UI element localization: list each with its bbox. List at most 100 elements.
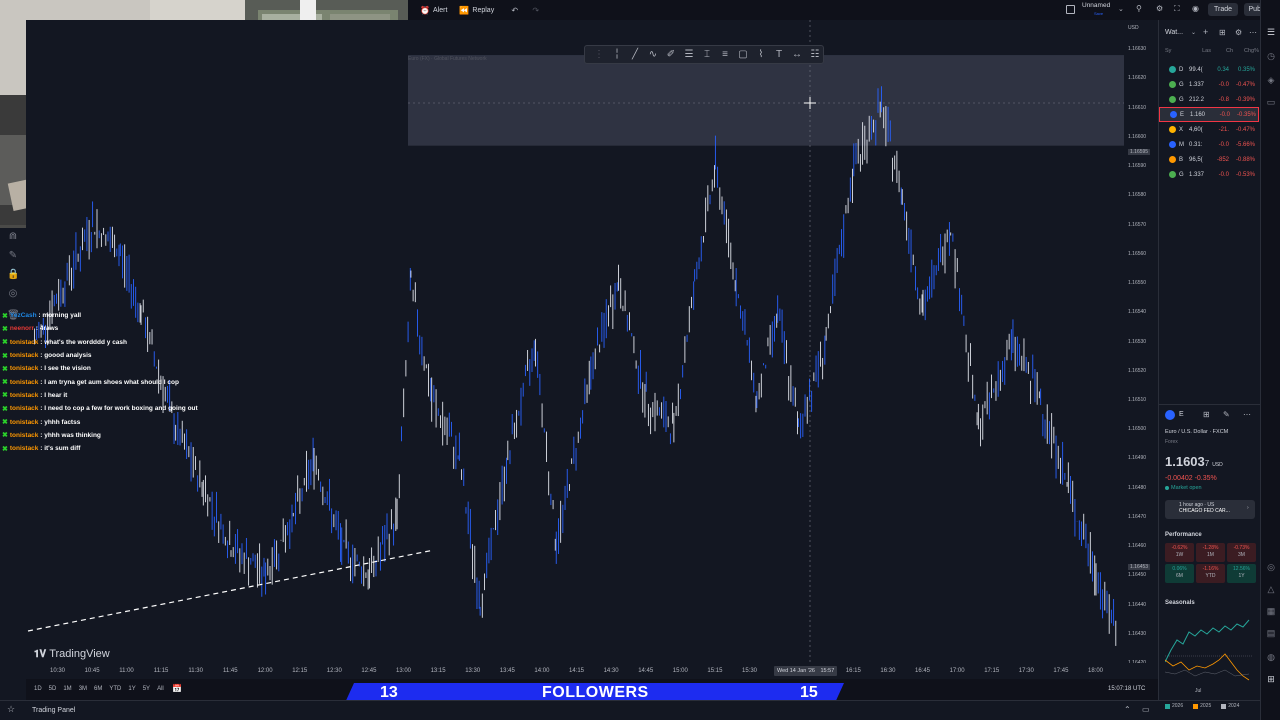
watchlist-column-header[interactable]: Las: [1187, 48, 1211, 54]
watchlist-column-header[interactable]: Ch: [1211, 48, 1233, 54]
timeframe-button[interactable]: 5D: [49, 686, 57, 692]
chevron-down-icon[interactable]: ⌄: [1191, 29, 1196, 36]
time-axis[interactable]: 10:30 10:45 11:00 11:15 11:30 11:45 12:00 12:15…: [26, 663, 1158, 679]
performance-value: -0.73%: [1233, 545, 1250, 551]
paint-icon[interactable]: ⌇: [753, 46, 769, 63]
cursor-line-icon[interactable]: ╎: [609, 46, 625, 63]
timeframe-button[interactable]: 5Y: [143, 686, 150, 692]
more-icon[interactable]: ⋯: [1249, 28, 1257, 37]
alert-button[interactable]: ⏰ Alert: [420, 6, 447, 15]
timeframe-button[interactable]: 3M: [79, 686, 87, 692]
watchlist-icon[interactable]: ☰: [1266, 27, 1276, 37]
chat-bubble-icon[interactable]: ▭: [1266, 97, 1276, 107]
symbol-logo-icon: [1170, 111, 1177, 118]
price-axis[interactable]: USD 1.16630 1.16620 1.16610 1.16600 1.16595 1…: [1124, 20, 1158, 666]
seasonals-year-item[interactable]: 2024: [1221, 703, 1239, 709]
chat-username: tonistack: [9, 365, 39, 373]
replay-button[interactable]: ⏪ Replay: [459, 6, 494, 15]
crosshair-date-label: Wed 14 Jan '26 15:57: [774, 666, 838, 676]
watchlist-change: 0.34: [1217, 66, 1229, 73]
lock-icon[interactable]: 🔒: [7, 269, 19, 281]
magnet-icon[interactable]: ⋒: [7, 231, 19, 243]
timeframe-button[interactable]: 1D: [34, 686, 42, 692]
trendline-icon[interactable]: ╱: [627, 46, 643, 63]
right-icon-rail: ☰ ◷ ◈ ▭ ◎ △ ▦ ▤ ◍ ⊞: [1260, 0, 1280, 720]
undo-button[interactable]: ↶: [510, 6, 519, 15]
pencil-lock-icon[interactable]: ✎: [7, 250, 19, 262]
watchlist-row[interactable]: X 4,60(-21. -0.47%: [1159, 122, 1259, 137]
watchlist-title[interactable]: Wat...: [1165, 29, 1183, 36]
trading-panel-tab[interactable]: Trading Panel: [32, 707, 75, 714]
performance-heading: Performance: [1165, 532, 1202, 538]
more-icon[interactable]: ⋯: [1243, 410, 1251, 419]
maximize-icon[interactable]: ▭: [1142, 705, 1150, 714]
performance-period: YTD: [1205, 573, 1216, 579]
trendline-drawing[interactable]: [27, 549, 435, 632]
watchlist-row[interactable]: G 1.337 -0.0 -0.53%: [1159, 167, 1259, 182]
more-menu-icon[interactable]: ☷: [807, 46, 823, 63]
bell-icon[interactable]: ◍: [1266, 652, 1276, 662]
watchlist-row[interactable]: G 1.337 -0.0 -0.47%: [1159, 77, 1259, 92]
eye-icon[interactable]: ◎: [7, 288, 19, 300]
timeframe-button[interactable]: 1Y: [128, 686, 135, 692]
market-status-text: Market open: [1171, 485, 1202, 491]
price-tick-label: 1.16610: [1128, 104, 1147, 111]
text-icon[interactable]: T: [771, 46, 787, 63]
horizontal-lines-icon[interactable]: ≡: [717, 46, 733, 63]
utc-clock[interactable]: 15:07:18 UTC: [1108, 686, 1145, 692]
timeframe-button[interactable]: 1M: [63, 686, 71, 692]
polyline-icon[interactable]: ∿: [645, 46, 661, 63]
detail-symbol[interactable]: E: [1179, 411, 1184, 418]
drag-handle-icon[interactable]: ⋮: [591, 46, 607, 63]
watchlist-row[interactable]: D 99.4(0.34 0.35%: [1159, 62, 1259, 77]
watchlist-row[interactable]: B 96,5(-852 -0.88%: [1159, 152, 1259, 167]
layout-checkbox[interactable]: [1066, 4, 1078, 16]
rectangle-icon[interactable]: ▢: [735, 46, 751, 63]
ruler-icon[interactable]: ↔: [789, 46, 805, 63]
watchlist-row[interactable]: G 212.2 -0.8 -0.39%: [1159, 92, 1259, 107]
camera-icon[interactable]: ◉: [1192, 4, 1199, 13]
star-icon[interactable]: ☆: [7, 704, 15, 715]
notebook-icon[interactable]: ▤: [1266, 628, 1276, 638]
fib-retracement-icon[interactable]: ☰: [681, 46, 697, 63]
fullscreen-icon[interactable]: ⛶: [1174, 4, 1180, 14]
alerts-clock-icon[interactable]: ◷: [1266, 51, 1276, 61]
text-position-icon[interactable]: ⌶: [699, 46, 715, 63]
chat-badge-icon: ✖: [2, 339, 8, 347]
seasonals-year-item[interactable]: 2026: [1165, 703, 1183, 709]
chat-text: I am tryna get aum shoes what should I c…: [44, 378, 179, 386]
timeframe-button[interactable]: YTD: [109, 686, 121, 692]
trade-button[interactable]: Trade: [1208, 3, 1238, 16]
watchlist-row[interactable]: E 1.160 -0.0 -0.35%: [1159, 107, 1259, 122]
layout-grid-icon[interactable]: ⊞: [1203, 410, 1210, 419]
layers-icon[interactable]: ◈: [1266, 75, 1276, 85]
seasonals-year-item[interactable]: 2025: [1193, 703, 1211, 709]
calendar-range-icon[interactable]: 📅: [172, 684, 182, 693]
redo-button[interactable]: ↷: [531, 6, 540, 15]
add-symbol-icon[interactable]: +: [1203, 27, 1208, 37]
news-card[interactable]: 1 hour ago · US CHICAGO FED CAR... ›: [1165, 500, 1255, 519]
layout-name-button[interactable]: Unnamed Save: [1082, 2, 1110, 18]
settings-gear-icon[interactable]: ⚙: [1156, 4, 1163, 13]
chevron-down-icon[interactable]: ⌄: [1118, 5, 1124, 13]
watchlist-column-header[interactable]: Sy: [1165, 48, 1187, 54]
quick-search-icon[interactable]: ⚲: [1136, 4, 1142, 13]
settings-gear-icon[interactable]: ⚙: [1235, 28, 1242, 37]
edit-note-icon[interactable]: ✎: [1223, 410, 1230, 419]
target-icon[interactable]: ◎: [1266, 562, 1276, 572]
watchlist-row[interactable]: M 0.31: -0.0 -5.66%: [1159, 137, 1259, 152]
timeframe-button[interactable]: 6M: [94, 686, 102, 692]
layout-grid-icon[interactable]: ⊞: [1219, 28, 1226, 37]
chevron-up-icon[interactable]: ⌃: [1124, 705, 1131, 714]
price-tick-label: 1.16630: [1128, 46, 1147, 53]
price-tick-label: 1.16440: [1128, 601, 1147, 608]
watchlist-column-header[interactable]: Chg%: [1233, 48, 1259, 54]
warning-icon[interactable]: △: [1266, 584, 1276, 594]
brush-icon[interactable]: ✐: [663, 46, 679, 63]
symbol-logo-icon: [1169, 66, 1176, 73]
timeframe-button[interactable]: All: [157, 686, 164, 692]
grid-apps-icon[interactable]: ⊞: [1266, 674, 1276, 684]
watchlist-last: 1.337: [1189, 81, 1205, 88]
calendar-icon[interactable]: ▦: [1266, 606, 1276, 616]
detail-price-unit: USD: [1212, 462, 1223, 468]
